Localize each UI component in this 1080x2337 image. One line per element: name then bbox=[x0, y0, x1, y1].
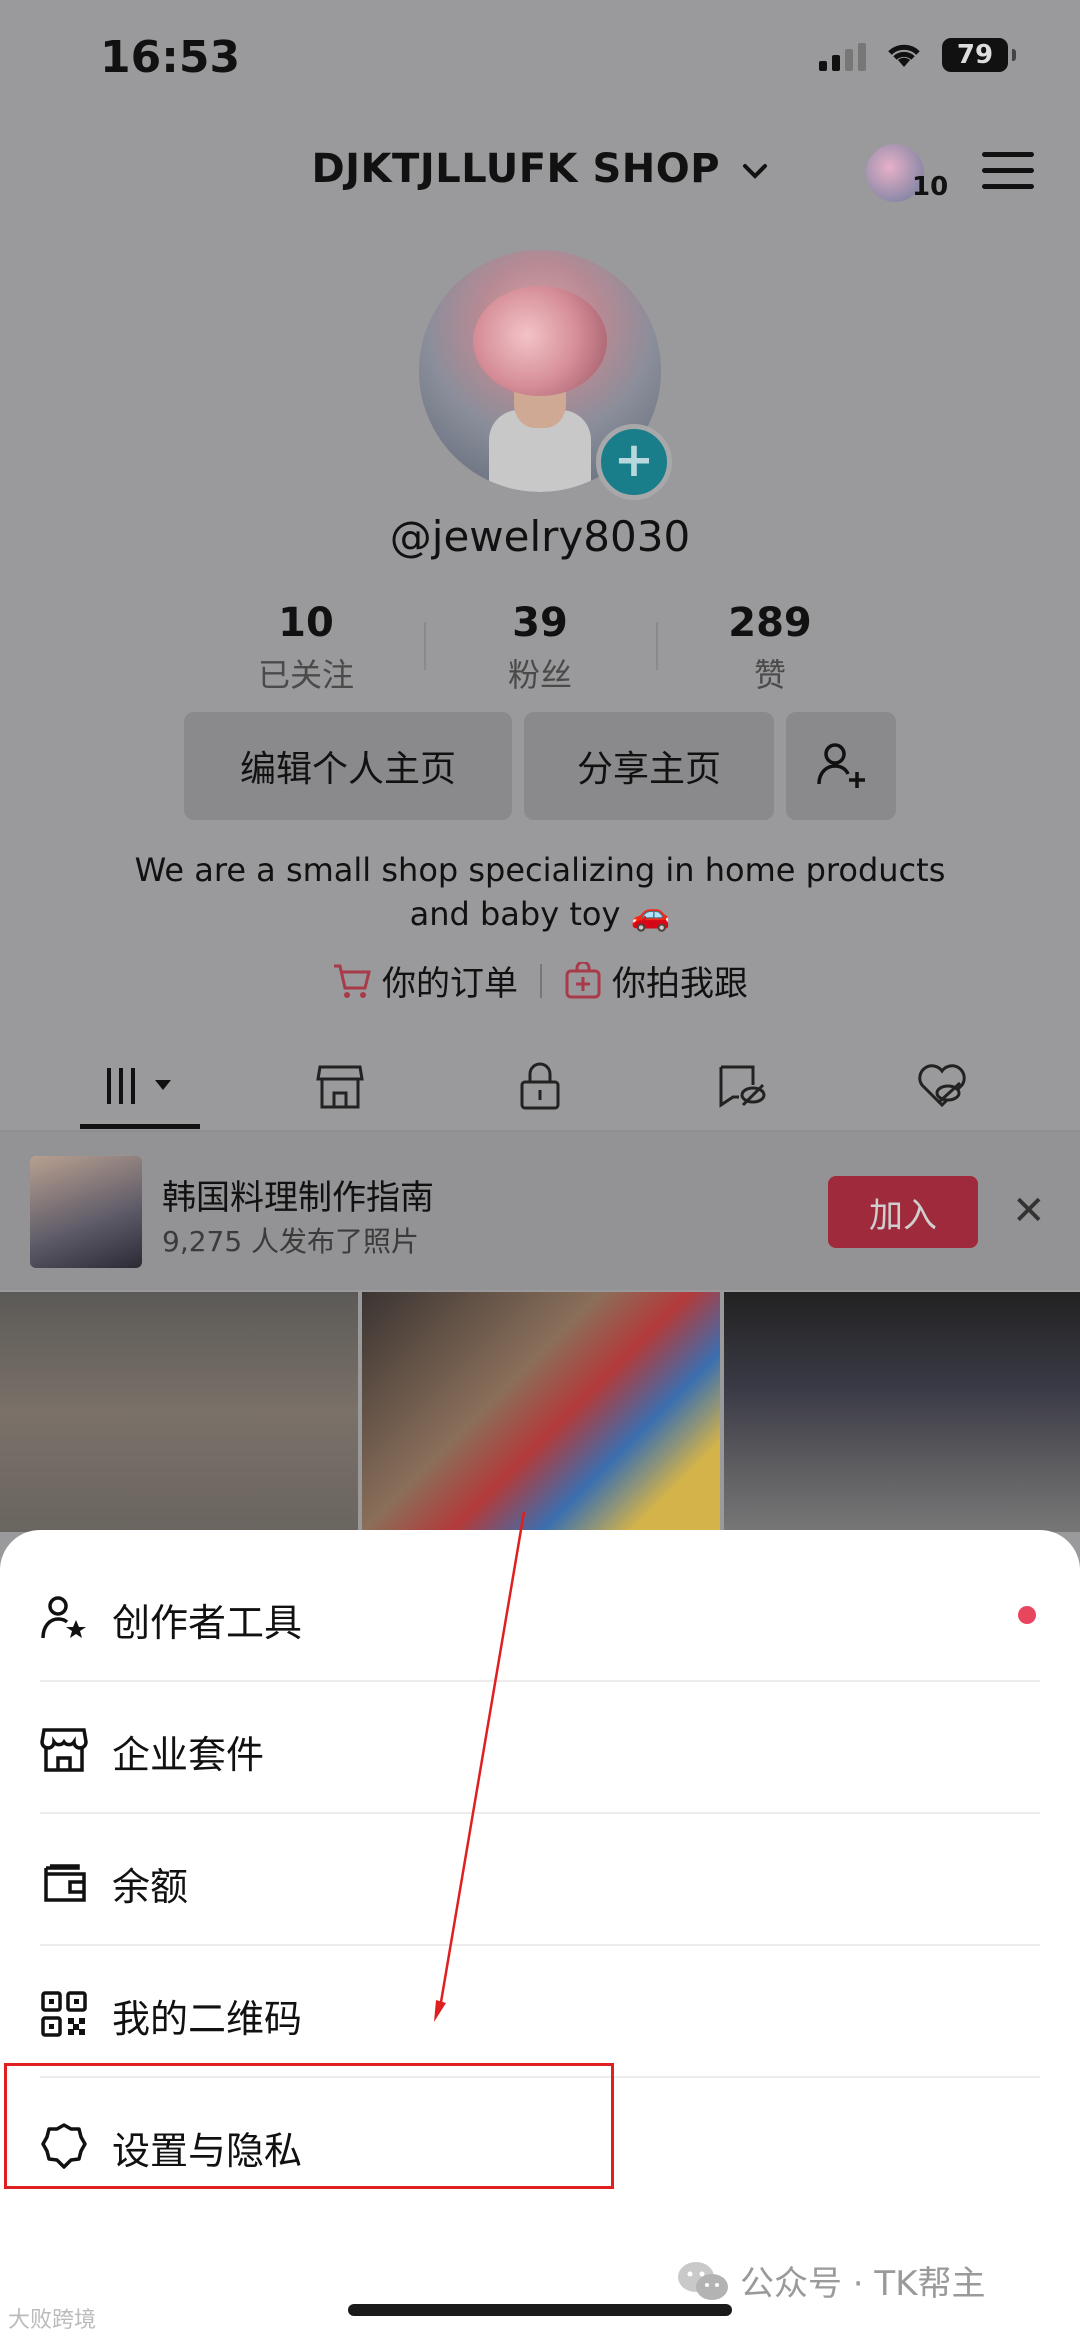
username: @jewelry8030 bbox=[389, 512, 691, 561]
followers-label: 粉丝 bbox=[507, 656, 572, 694]
share-profile-button[interactable]: 分享主页 bbox=[524, 712, 774, 820]
highlight-box bbox=[4, 2063, 614, 2189]
bio-line: We are a small shop specializing in home… bbox=[134, 851, 946, 889]
cart-icon bbox=[334, 964, 371, 998]
notification-count: 10 bbox=[912, 172, 949, 202]
edit-profile-button[interactable]: 编辑个人主页 bbox=[184, 712, 512, 820]
followers-stat[interactable]: 39 粉丝 bbox=[440, 600, 640, 696]
menu-item-label: 余额 bbox=[112, 1865, 189, 1909]
menu-item-label: 我的二维码 bbox=[112, 1997, 303, 2041]
store-icon bbox=[40, 1728, 88, 1772]
notification-dot bbox=[1018, 1606, 1036, 1624]
hamburger-menu-icon[interactable] bbox=[982, 152, 1034, 192]
video-thumbnail[interactable] bbox=[0, 1292, 358, 1532]
tab-favorites[interactable] bbox=[712, 1058, 772, 1114]
likes-count: 289 bbox=[728, 600, 812, 646]
chevron-down-icon bbox=[742, 164, 767, 179]
watermark: 公众号 · TK帮主 bbox=[676, 2256, 986, 2305]
shoot-link[interactable]: 你拍我跟 bbox=[564, 956, 748, 1005]
following-count: 10 bbox=[278, 600, 334, 646]
menu-item-qr-code[interactable]: 我的二维码 bbox=[0, 1946, 1080, 2078]
following-label: 已关注 bbox=[257, 656, 354, 694]
likes-label: 赞 bbox=[753, 656, 786, 694]
watermark-text: 公众号 · TK帮主 bbox=[740, 2264, 986, 2304]
bio-line: and baby toy 🚗 bbox=[409, 895, 671, 933]
tab-shop[interactable] bbox=[310, 1058, 370, 1114]
likes-stat[interactable]: 289 赞 bbox=[670, 600, 870, 696]
tab-videos[interactable] bbox=[100, 1058, 190, 1114]
challenge-title: 韩国料理制作指南 bbox=[162, 1178, 434, 1218]
menu-item-creator-tools[interactable]: 创作者工具 bbox=[0, 1550, 1080, 1682]
menu-item-balance[interactable]: 余额 bbox=[0, 1814, 1080, 1946]
stat-divider bbox=[424, 622, 426, 670]
profile-links: 你的订单 你拍我跟 bbox=[0, 956, 1080, 1005]
cellular-signal-icon bbox=[819, 39, 866, 71]
menu-item-label: 企业套件 bbox=[112, 1733, 265, 1777]
lock-icon bbox=[520, 1062, 560, 1110]
menu-item-label: 创作者工具 bbox=[112, 1601, 303, 1645]
shop-icon bbox=[316, 1065, 364, 1109]
tab-liked[interactable] bbox=[912, 1058, 972, 1114]
challenge-thumbnail bbox=[30, 1156, 142, 1268]
plus-bag-icon bbox=[565, 961, 601, 998]
wallet-icon bbox=[44, 1864, 86, 1902]
repost-icon bbox=[719, 1065, 766, 1108]
wifi-icon bbox=[888, 44, 920, 67]
join-button[interactable]: 加入 bbox=[828, 1176, 978, 1248]
followers-count: 39 bbox=[512, 600, 568, 646]
home-indicator[interactable] bbox=[348, 2304, 732, 2316]
profile-bio: We are a small shop specializing in home… bbox=[0, 848, 1080, 936]
creator-star-icon bbox=[41, 1596, 86, 1639]
add-user-icon bbox=[817, 743, 865, 788]
profile-tabs bbox=[0, 1040, 1080, 1130]
challenge-subtitle: 9,275 人发布了照片 bbox=[162, 1225, 420, 1258]
orders-label: 你的订单 bbox=[382, 964, 518, 1004]
menu-item-business-suite[interactable]: 企业套件 bbox=[0, 1682, 1080, 1814]
battery-icon: 79 bbox=[942, 38, 1016, 72]
link-divider bbox=[540, 963, 542, 998]
status-time: 16:53 bbox=[100, 32, 241, 83]
shop-name: DJKTJLLUFK SHOP bbox=[311, 146, 721, 192]
add-story-plus-icon[interactable]: + bbox=[596, 424, 672, 500]
shoot-label: 你拍我跟 bbox=[612, 964, 748, 1004]
video-thumbnail[interactable] bbox=[724, 1292, 1080, 1532]
status-icons: 79 bbox=[819, 38, 1016, 72]
qr-code-icon bbox=[41, 1991, 87, 2037]
tab-private[interactable] bbox=[510, 1058, 570, 1114]
following-stat[interactable]: 10 已关注 bbox=[206, 600, 406, 696]
orders-link[interactable]: 你的订单 bbox=[332, 956, 518, 1005]
liked-icon bbox=[918, 1064, 966, 1108]
wechat-icon bbox=[678, 2261, 728, 2300]
video-thumbnail[interactable] bbox=[362, 1292, 720, 1532]
bottom-sheet-menu: 创作者工具 企业套件 余额 我的二维码 设置与隐私 bbox=[0, 1530, 1080, 2337]
stat-divider bbox=[656, 622, 658, 670]
close-icon[interactable]: ✕ bbox=[1012, 1188, 1046, 1234]
grid-icon bbox=[107, 1068, 171, 1104]
active-tab-indicator bbox=[80, 1124, 200, 1129]
add-friend-button[interactable] bbox=[786, 712, 896, 820]
corner-watermark: 大败跨境 bbox=[8, 2308, 97, 2333]
